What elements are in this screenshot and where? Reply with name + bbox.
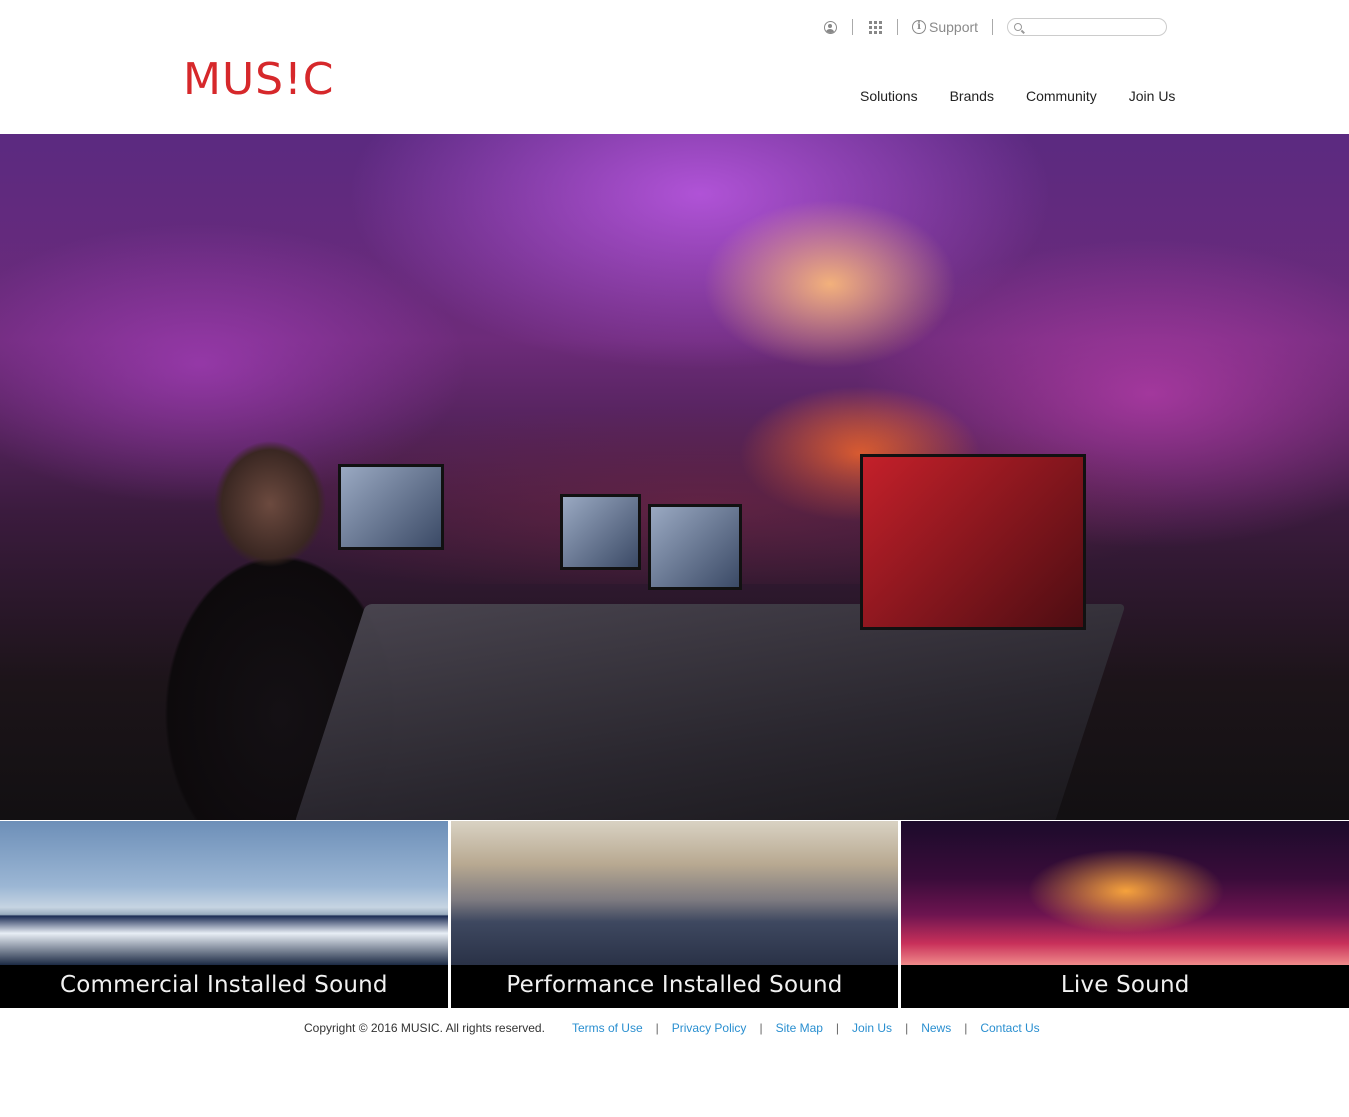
apps-button[interactable]	[867, 19, 883, 35]
footer-divider: |	[835, 1021, 840, 1035]
footer-divider: |	[655, 1021, 659, 1035]
account-button[interactable]	[822, 19, 838, 35]
footer-link-news[interactable]: News	[921, 1021, 951, 1035]
footer-divider: |	[759, 1021, 763, 1035]
utility-bar: i Support	[822, 16, 1168, 38]
divider	[992, 19, 994, 35]
hero-monitor	[860, 454, 1086, 630]
apps-grid-icon	[868, 20, 882, 34]
tile-live-sound[interactable]: Live Sound	[901, 821, 1349, 1008]
tile-caption: Commercial Installed Sound	[0, 965, 448, 1008]
tile-image	[901, 821, 1349, 965]
user-icon	[823, 20, 837, 34]
tile-image	[0, 821, 448, 965]
footer-link-terms[interactable]: Terms of Use	[572, 1021, 643, 1035]
support-link[interactable]: i Support	[912, 19, 978, 35]
footer-link-privacy[interactable]: Privacy Policy	[672, 1021, 747, 1035]
hero-monitor	[338, 464, 444, 550]
nav-community[interactable]: Community	[1010, 88, 1113, 104]
footer: Copyright © 2016 MUSIC. All rights reser…	[304, 1021, 1040, 1035]
hero-banner-image	[0, 134, 1349, 820]
hero-monitor	[560, 494, 641, 570]
search-input[interactable]	[1026, 20, 1161, 34]
info-icon: i	[912, 20, 926, 34]
site-logo[interactable]: MUS!C	[183, 58, 334, 102]
search-icon	[1014, 23, 1023, 31]
copyright-text: Copyright © 2016 MUSIC. All rights reser…	[304, 1021, 545, 1035]
divider	[897, 19, 898, 35]
footer-divider: |	[964, 1021, 968, 1035]
footer-link-contact[interactable]: Contact Us	[980, 1021, 1039, 1035]
nav-solutions[interactable]: Solutions	[844, 88, 934, 104]
tile-performance-installed-sound[interactable]: Performance Installed Sound	[450, 821, 899, 1008]
hero-mixing-console	[294, 604, 1126, 820]
tile-caption: Live Sound	[901, 965, 1349, 1008]
footer-link-join-us[interactable]: Join Us	[852, 1021, 892, 1035]
search-box[interactable]	[1007, 18, 1168, 36]
tile-caption: Performance Installed Sound	[450, 965, 899, 1008]
tile-image	[450, 821, 899, 965]
divider	[852, 19, 853, 35]
category-tiles: Commercial Installed Sound Performance I…	[0, 821, 1349, 1008]
main-nav: Solutions Brands Community Join Us	[844, 88, 1191, 104]
tile-commercial-installed-sound[interactable]: Commercial Installed Sound	[0, 821, 448, 1008]
support-label: Support	[929, 19, 979, 35]
footer-link-sitemap[interactable]: Site Map	[776, 1021, 823, 1035]
hero-monitor	[648, 504, 742, 590]
footer-divider: |	[905, 1021, 909, 1035]
nav-join-us[interactable]: Join Us	[1113, 88, 1192, 104]
nav-brands[interactable]: Brands	[934, 88, 1010, 104]
